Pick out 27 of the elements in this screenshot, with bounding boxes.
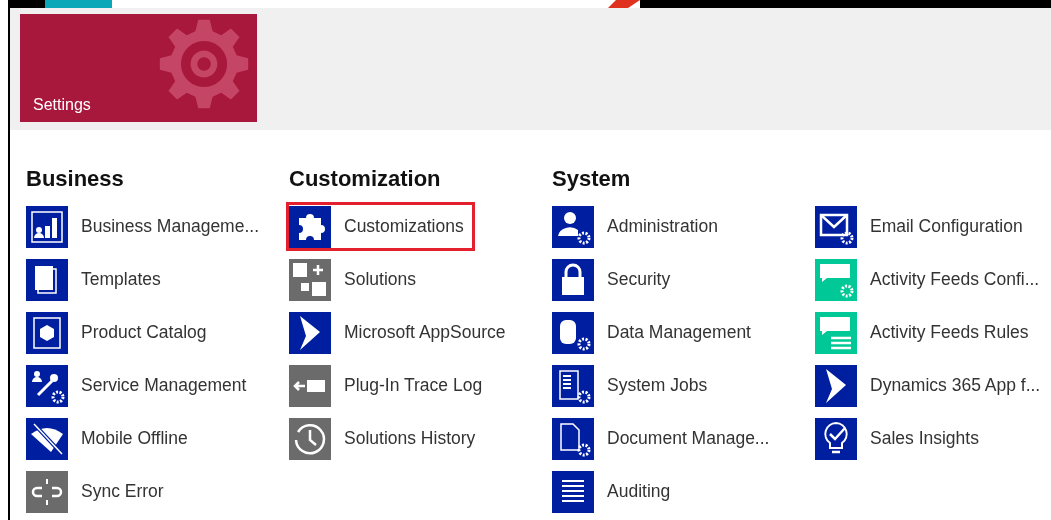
settings-item[interactable]: Business Manageme...: [23, 202, 268, 251]
settings-item[interactable]: Solutions History: [286, 414, 485, 463]
settings-item[interactable]: Dynamics 365 App f...: [812, 361, 1050, 410]
settings-item[interactable]: Solutions: [286, 255, 425, 304]
settings-item[interactable]: Templates: [23, 255, 170, 304]
nav-tab[interactable]: [45, 0, 112, 8]
settings-item[interactable]: Customizations: [286, 202, 475, 251]
settings-item[interactable]: Product Catalog: [23, 308, 216, 357]
settings-item[interactable]: Service Management: [23, 361, 256, 410]
settings-item[interactable]: Activity Feeds Confi...: [812, 255, 1049, 304]
settings-tile[interactable]: Settings: [20, 14, 257, 122]
settings-item[interactable]: Sales Insights: [812, 414, 988, 463]
settings-item[interactable]: Document Manage...: [549, 414, 779, 463]
section-heading: System: [552, 165, 631, 193]
settings-item[interactable]: Activity Feeds Rules: [812, 308, 1038, 357]
settings-item[interactable]: Data Management: [549, 308, 760, 357]
settings-item[interactable]: Security: [549, 255, 680, 304]
settings-item[interactable]: Sync Error: [23, 467, 173, 516]
settings-item[interactable]: Microsoft AppSource: [286, 308, 515, 357]
settings-item[interactable]: System Jobs: [549, 361, 717, 410]
settings-item[interactable]: Plug-In Trace Log: [286, 361, 492, 410]
settings-item[interactable]: Administration: [549, 202, 727, 251]
settings-item[interactable]: Mobile Offline: [23, 414, 197, 463]
section-heading: Business: [26, 165, 124, 193]
section-heading: Customization: [289, 165, 441, 193]
settings-item[interactable]: Auditing: [549, 467, 680, 516]
settings-item[interactable]: Email Configuration: [812, 202, 1032, 251]
